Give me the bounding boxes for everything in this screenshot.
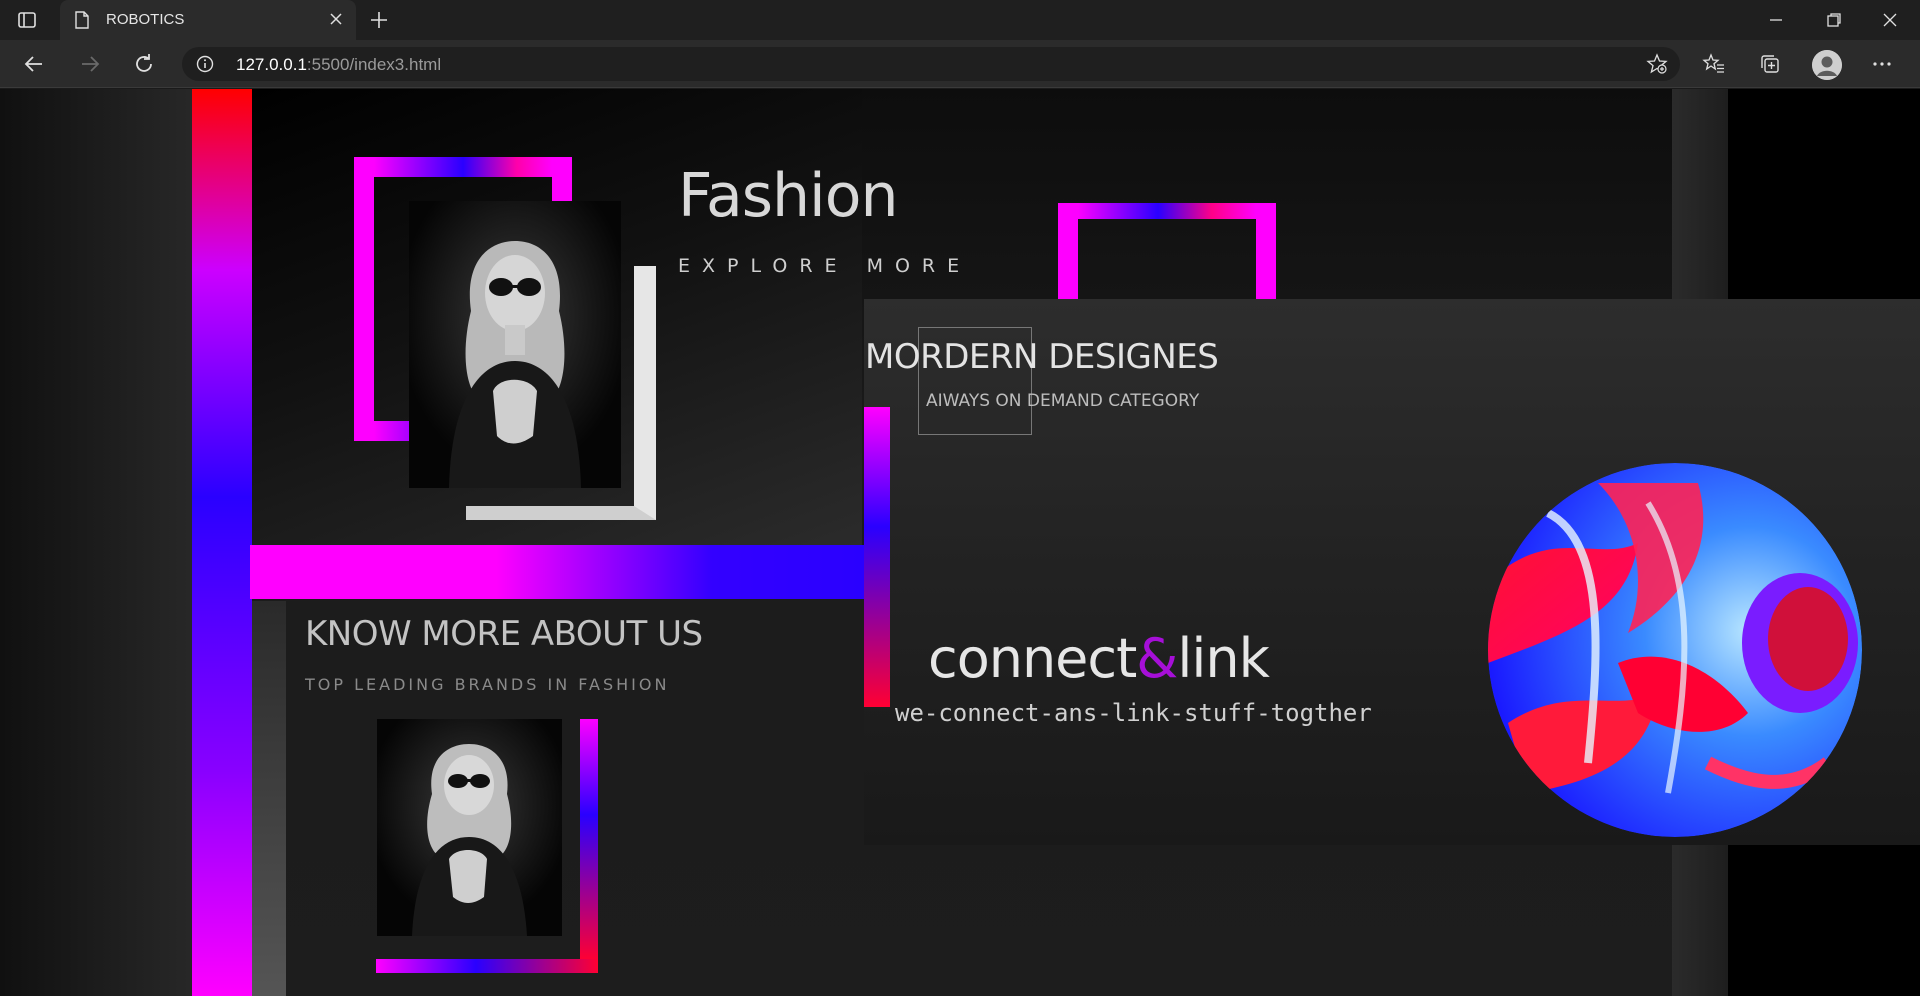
profile-icon: [1812, 50, 1842, 80]
about-heading: KNOW MORE ABOUT US: [305, 614, 703, 654]
fashion-photo-bottom: [377, 719, 562, 936]
brand-logo-text: connect&link: [928, 627, 1270, 690]
profile-button[interactable]: [1812, 50, 1842, 80]
url-host: 127.0.0.1: [236, 55, 307, 74]
left-gradient-bar: [192, 89, 252, 996]
info-icon[interactable]: [196, 55, 214, 73]
gradient-frame-top-right: [1058, 203, 1276, 303]
tab-actions-icon: [18, 12, 36, 28]
woman-portrait-image: [409, 201, 621, 488]
brand-tagline: we-connect-ans-link-stuff-togther: [895, 699, 1372, 727]
grey-column: [252, 601, 286, 996]
tab-bar: ROBOTICS: [0, 0, 1920, 40]
tab-title: ROBOTICS: [106, 11, 185, 28]
tab-actions-button[interactable]: [14, 8, 40, 32]
url-path: :5500/index3.html: [306, 55, 442, 74]
plus-icon[interactable]: [368, 9, 390, 31]
forward-icon[interactable]: [78, 52, 102, 76]
woman-portrait-image-small: [377, 719, 562, 936]
url-text[interactable]: 127.0.0.1:5500/index3.html: [236, 55, 441, 75]
minimize-icon[interactable]: [1764, 8, 1788, 32]
page-icon: [75, 11, 89, 29]
card-subheading: AIWAYS ON DEMAND CATEGORY: [926, 391, 1200, 411]
explore-more-link[interactable]: EXPLORE MORE: [678, 255, 971, 277]
restore-icon[interactable]: [1822, 8, 1846, 32]
card-heading: MORDERN DESIGNES: [865, 337, 1219, 377]
brand-word-connect: connect: [928, 627, 1137, 690]
hero-title: Fashion: [678, 161, 898, 231]
card-gradient-bar: [864, 407, 890, 707]
page-viewport: Fashion EXPLORE MORE MORDERN DESIGNES AI…: [0, 89, 1920, 996]
more-icon[interactable]: [1870, 52, 1894, 76]
browser-tab[interactable]: ROBOTICS: [60, 0, 356, 40]
window-close-icon[interactable]: [1878, 8, 1902, 32]
about-subheading: TOP LEADING BRANDS IN FASHION: [305, 675, 670, 694]
refresh-icon[interactable]: [132, 52, 156, 76]
collections-icon[interactable]: [1758, 52, 1782, 76]
horizontal-gradient-bar: [250, 545, 866, 599]
back-icon[interactable]: [22, 52, 46, 76]
add-favorite-icon[interactable]: [1646, 53, 1668, 75]
gradient-frame-bottom-base: [376, 959, 598, 973]
address-bar[interactable]: 127.0.0.1:5500/index3.html: [182, 47, 1680, 81]
abstract-art-icon: [1488, 463, 1862, 837]
navigation-bar: 127.0.0.1:5500/index3.html: [0, 40, 1920, 88]
fashion-photo-top: [409, 201, 621, 488]
brand-ampersand: &: [1136, 627, 1178, 690]
close-icon[interactable]: [328, 11, 344, 27]
abstract-orb-image: [1488, 463, 1862, 837]
brand-word-link: link: [1177, 627, 1270, 690]
favorites-icon[interactable]: [1702, 52, 1726, 76]
